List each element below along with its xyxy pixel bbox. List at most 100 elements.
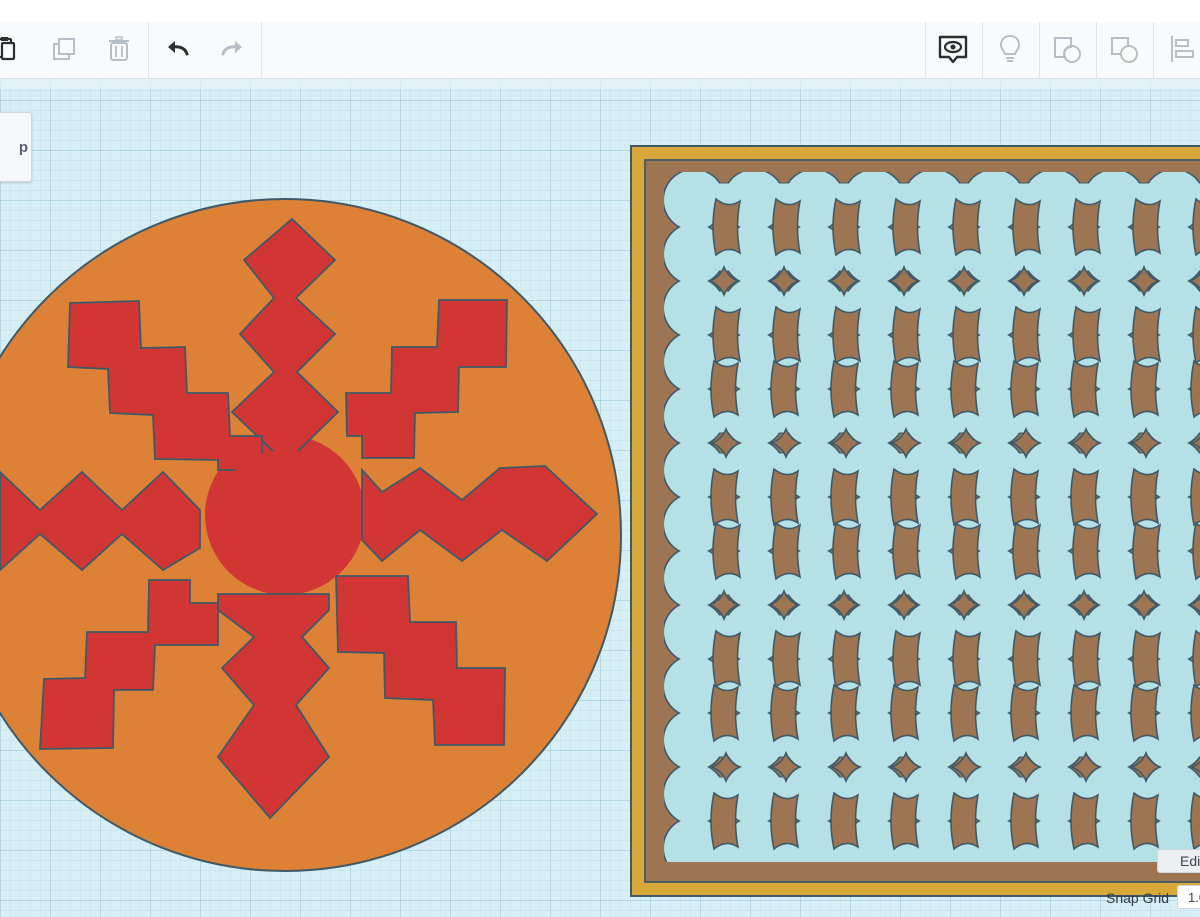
tile-hole-leaf	[710, 359, 740, 419]
clipboard-icon[interactable]	[0, 28, 26, 70]
tile-hole-leaf	[772, 197, 802, 257]
shape-subtract-icon[interactable]	[1047, 28, 1087, 70]
view-cube-button[interactable]: p	[0, 112, 32, 182]
tile-hole-leaf	[772, 521, 802, 581]
shape-intersect-icon[interactable]	[1104, 28, 1144, 70]
undo-icon[interactable]	[158, 28, 198, 70]
tile-hole-leaf	[1130, 791, 1160, 851]
tile-hole-leaf	[710, 467, 740, 527]
tile-hole-leaf	[952, 305, 982, 365]
tile-hole-leaf	[712, 197, 742, 257]
tile-hole-leaf	[1070, 359, 1100, 419]
tile-hole-leaf	[830, 683, 860, 743]
tile-hole-leaf	[1072, 521, 1102, 581]
tile-hole-leaf	[832, 521, 862, 581]
edit-grid-button[interactable]: Edi	[1157, 849, 1200, 873]
tile-hole-leaf	[1072, 305, 1102, 365]
tile-hole-leaf	[1132, 629, 1162, 689]
view-cube-label: p	[18, 138, 28, 156]
tile-hole-leaf	[950, 791, 980, 851]
tile-hole-leaf	[1070, 791, 1100, 851]
tile-hole-leaf	[1072, 629, 1102, 689]
comment-eye-icon[interactable]	[933, 28, 973, 70]
tile-hole-leaf	[710, 683, 740, 743]
tile-hole-leaf	[1010, 683, 1040, 743]
tile-hole-leaf	[1192, 305, 1200, 365]
grid-fade	[0, 79, 1200, 89]
tile-hole-leaf	[892, 629, 922, 689]
tile-hole-leaf	[890, 359, 920, 419]
tile-hole-leaf	[832, 305, 862, 365]
tile-hole-leaf	[1132, 197, 1162, 257]
tile-hole-leaf	[712, 629, 742, 689]
toolbar-divider	[1153, 22, 1154, 78]
tile-hole-leaf	[892, 197, 922, 257]
duplicate-icon[interactable]	[44, 28, 84, 70]
tile-hole-leaf	[952, 197, 982, 257]
tile-hole-leaf	[1130, 683, 1160, 743]
tile-hole-leaf	[890, 467, 920, 527]
tile-hole-leaf	[1192, 629, 1200, 689]
align-icon[interactable]	[1160, 28, 1200, 70]
tile-hole-leaf	[1012, 629, 1042, 689]
tile-hole-leaf	[830, 791, 860, 851]
lightbulb-icon[interactable]	[990, 28, 1030, 70]
toolbar-divider	[1039, 22, 1040, 78]
scallop-tile-grid[interactable]	[662, 168, 1200, 879]
tile-hole-leaf	[1190, 467, 1200, 527]
edit-grid-label: Edi	[1180, 853, 1200, 869]
tile-hole-leaf	[712, 305, 742, 365]
tile-hole-leaf	[1012, 305, 1042, 365]
tile-hole-leaf	[1070, 467, 1100, 527]
tile-hole-leaf	[1130, 467, 1160, 527]
tile-hole-leaf	[952, 521, 982, 581]
tile-hole-leaf	[1190, 683, 1200, 743]
snap-grid-select[interactable]: 1.0	[1177, 885, 1200, 909]
toolbar-divider	[1096, 22, 1097, 78]
tile-hole-leaf	[772, 629, 802, 689]
tile-hole-leaf	[950, 467, 980, 527]
tile-hole-leaf	[1130, 359, 1160, 419]
tile-hole-leaf	[712, 521, 742, 581]
toolbar-divider	[148, 22, 149, 78]
toolbar-divider	[261, 22, 262, 78]
tile-hole-leaf	[952, 629, 982, 689]
workplane-canvas[interactable]: p Edi Snap Grid 1.0	[0, 79, 1200, 917]
tile-hole-leaf	[1190, 359, 1200, 419]
tile-hole-leaf	[772, 305, 802, 365]
tile-hole-leaf	[1010, 791, 1040, 851]
tile-hole-leaf	[950, 359, 980, 419]
tile-hole-leaf	[1192, 521, 1200, 581]
tile-hole-leaf	[830, 467, 860, 527]
tile-hole-leaf	[890, 683, 920, 743]
tile-hole-leaf	[832, 629, 862, 689]
tile-hole-leaf	[710, 791, 740, 851]
tile-hole-leaf	[1010, 359, 1040, 419]
snap-grid-label: Snap Grid	[1106, 890, 1170, 906]
tile-hole-leaf	[1012, 521, 1042, 581]
toolbar-divider	[925, 22, 926, 78]
tile-hole-leaf	[950, 683, 980, 743]
tile-hole-leaf	[1010, 467, 1040, 527]
tile-hole-leaf	[892, 521, 922, 581]
tile-hole-leaf	[830, 359, 860, 419]
tile-hole-leaf	[770, 683, 800, 743]
tile-hole-leaf	[892, 305, 922, 365]
star-hub	[215, 450, 355, 590]
redo-icon[interactable]	[212, 28, 252, 70]
snap-grid-value: 1.0	[1188, 889, 1200, 905]
tile-hole-leaf	[1070, 683, 1100, 743]
tile-hole-leaf	[1072, 197, 1102, 257]
tile-hole-leaf	[770, 467, 800, 527]
toolbar-divider	[982, 22, 983, 78]
scene-svg	[0, 79, 1200, 917]
tile-hole-leaf	[890, 791, 920, 851]
tile-hole-leaf	[770, 791, 800, 851]
tile-hole-leaf	[832, 197, 862, 257]
browser-top-strip	[0, 0, 1200, 23]
tile-hole-leaf	[770, 359, 800, 419]
trash-icon[interactable]	[99, 28, 139, 70]
tile-hole-leaf	[1190, 791, 1200, 851]
tile-hole-leaf	[1192, 197, 1200, 257]
tile-hole-leaf	[1132, 521, 1162, 581]
